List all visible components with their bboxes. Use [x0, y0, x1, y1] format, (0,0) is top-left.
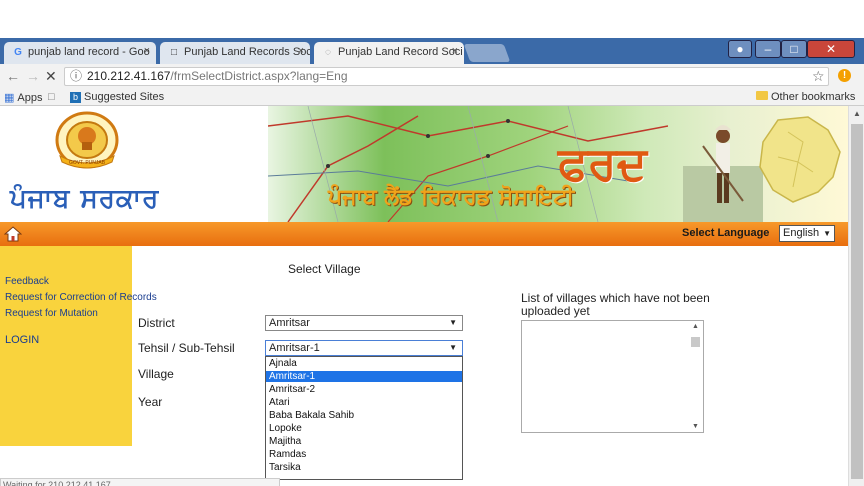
- year-label: Year: [138, 395, 163, 409]
- toolbar: ← → ✕ ⓘ 210.212.41.167/frmSelectDistrict…: [0, 64, 864, 89]
- chevron-down-icon: ▼: [449, 343, 457, 352]
- desktop-margin: [0, 0, 864, 38]
- dropdown-option-selected[interactable]: Amritsar-1: [266, 371, 462, 382]
- dropdown-option[interactable]: Ramdas: [266, 449, 462, 460]
- tehsil-label: Tehsil / Sub-Tehsil: [138, 341, 235, 355]
- dropdown-option[interactable]: Majitha: [266, 436, 462, 447]
- home-icon[interactable]: [4, 225, 22, 243]
- address-bar[interactable]: ⓘ 210.212.41.167/frmSelectDistrict.aspx?…: [64, 67, 829, 86]
- dropdown-option[interactable]: Ajnala: [266, 358, 462, 369]
- tab-google-search[interactable]: G punjab land record - Goo ×: [4, 42, 156, 64]
- close-icon[interactable]: ×: [452, 45, 458, 57]
- villages-not-uploaded-title: List of villages which have not been upl…: [521, 291, 710, 318]
- close-icon[interactable]: ×: [298, 45, 304, 57]
- maximize-button[interactable]: □: [781, 40, 807, 58]
- sidebar-item-mutation[interactable]: Request for Mutation: [5, 308, 98, 319]
- bookmark-suggested-sites[interactable]: b Suggested Sites: [70, 91, 164, 103]
- info-icon[interactable]: ⓘ: [70, 68, 82, 85]
- district-select[interactable]: Amritsar ▼: [265, 315, 463, 331]
- close-icon[interactable]: ×: [144, 45, 150, 57]
- back-arrow-icon[interactable]: ←: [6, 68, 20, 84]
- page-icon: □: [170, 47, 178, 58]
- loading-icon: ◌: [325, 47, 331, 58]
- listbox-scrollbar[interactable]: ▲ ▼: [690, 323, 701, 430]
- sidebar-item-feedback[interactable]: Feedback: [5, 276, 49, 287]
- banner-map: ਫਰਦ ਪੰਜਾਬ ਲੈਂਡ ਰਿਕਾਰਡ ਸੋਸਾਇਟੀ: [268, 106, 848, 222]
- bookmark-star-icon[interactable]: ☆: [812, 68, 825, 85]
- punjab-state-map: [759, 116, 841, 203]
- scroll-down-icon[interactable]: ▼: [692, 423, 699, 430]
- stop-loading-icon[interactable]: ✕: [45, 68, 57, 85]
- language-select[interactable]: English ▼: [779, 225, 835, 242]
- folder-icon: [756, 91, 768, 100]
- page-icon: □: [48, 91, 55, 103]
- dropdown-option[interactable]: Amritsar-2: [266, 384, 462, 395]
- forward-arrow-icon[interactable]: →: [26, 68, 40, 84]
- village-label: Village: [138, 367, 174, 381]
- new-tab-button[interactable]: [463, 44, 511, 62]
- select-language-label: Select Language: [682, 227, 770, 239]
- apps-grid-icon: ▦: [4, 92, 15, 104]
- tab-label: Punjab Land Records Soc: [184, 46, 310, 58]
- bing-icon: b: [70, 92, 81, 103]
- district-label: District: [138, 316, 175, 330]
- web-page: GOVT. PUNJAB ਪੰਜਾਬ ਸਰਕਾਰ ਫਰਦ ਪੰਜਾਬ ਲੈਂਡ …: [0, 106, 848, 486]
- extension-alert-icon[interactable]: !: [838, 69, 851, 82]
- status-bar: Waiting for 210.212.41.167...: [0, 478, 280, 486]
- tehsil-value: Amritsar-1: [269, 342, 320, 354]
- url-path: /frmSelectDistrict.aspx?lang=Eng: [170, 69, 348, 83]
- bookmark-page[interactable]: □: [48, 91, 58, 103]
- tehsil-select[interactable]: Amritsar-1 ▼: [265, 340, 463, 356]
- site-banner: GOVT. PUNJAB ਪੰਜਾਬ ਸਰਕਾਰ ਫਰਦ ਪੰਜਾਬ ਲੈਂਡ …: [0, 106, 848, 222]
- bookmark-label: Apps: [17, 92, 43, 104]
- language-value: English: [783, 227, 820, 239]
- tab-strip: G punjab land record - Goo × □ Punjab La…: [0, 38, 864, 64]
- tab-label: Punjab Land Record Soci: [338, 46, 463, 58]
- chevron-down-icon: ▼: [823, 229, 831, 238]
- bookmark-label: Suggested Sites: [84, 91, 165, 103]
- scroll-up-icon[interactable]: ▲: [853, 109, 861, 118]
- punjab-emblem-icon: GOVT. PUNJAB: [55, 111, 119, 169]
- brand-title: ਪੰਜਾਬ ਸਰਕਾਰ: [10, 184, 160, 214]
- tab-label: punjab land record - Goo: [28, 46, 150, 58]
- user-profile-icon[interactable]: ●: [728, 40, 752, 58]
- dropdown-option[interactable]: Atari: [266, 397, 462, 408]
- google-icon: G: [14, 47, 22, 58]
- bookmark-apps[interactable]: ▦ Apps: [4, 91, 42, 104]
- bookmarks-bar: ▦ Apps □ b Suggested Sites Other bookmarks: [0, 89, 864, 106]
- sidebar-item-correction[interactable]: Request for Correction of Records: [5, 292, 157, 303]
- close-window-button[interactable]: ✕: [807, 40, 855, 58]
- scroll-up-icon[interactable]: ▲: [692, 323, 699, 330]
- tehsil-dropdown-list: Ajnala Amritsar-1 Amritsar-2 Atari Baba …: [265, 356, 463, 480]
- bookmark-label: Other bookmarks: [771, 91, 856, 103]
- bookmark-other[interactable]: Other bookmarks: [756, 91, 855, 103]
- dropdown-option[interactable]: Lopoke: [266, 423, 462, 434]
- url-host: 210.212.41.167: [87, 69, 171, 83]
- villages-listbox[interactable]: ▲ ▼: [521, 320, 704, 433]
- emblem-text: GOVT. PUNJAB: [69, 160, 106, 166]
- page-scrollbar[interactable]: ▲: [848, 106, 864, 486]
- navigation-strip: Select Language English ▼: [0, 222, 848, 246]
- tab-land-records[interactable]: □ Punjab Land Records Soc ×: [160, 42, 310, 64]
- minimize-button[interactable]: –: [755, 40, 781, 58]
- dropdown-option[interactable]: Tarsika: [266, 462, 462, 473]
- page-title: Select Village: [288, 262, 361, 276]
- dropdown-option[interactable]: Baba Bakala Sahib: [266, 410, 462, 421]
- sidebar-item-login[interactable]: LOGIN: [5, 334, 39, 346]
- scroll-thumb[interactable]: [851, 124, 863, 479]
- sidebar: Feedback Request for Correction of Recor…: [0, 246, 157, 446]
- chevron-down-icon: ▼: [449, 318, 457, 327]
- district-value: Amritsar: [269, 317, 310, 329]
- browser-window: G punjab land record - Goo × □ Punjab La…: [0, 0, 864, 486]
- banner-subtitle: ਪੰਜਾਬ ਲੈਂਡ ਰਿਕਾਰਡ ਸੋਸਾਇਟੀ: [328, 184, 575, 210]
- tab-land-record-active[interactable]: ◌ Punjab Land Record Soci ×: [314, 42, 464, 64]
- scroll-thumb[interactable]: [691, 337, 700, 347]
